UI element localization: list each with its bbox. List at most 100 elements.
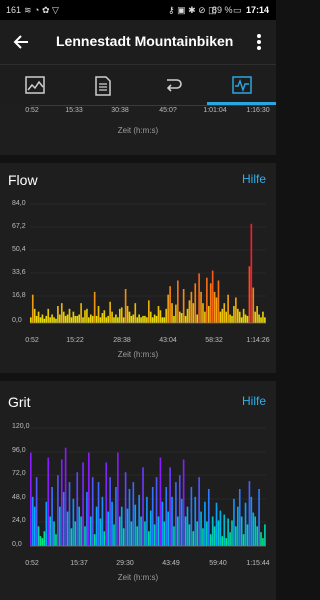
- chart-bar: [200, 291, 202, 323]
- chart-bar: [178, 311, 181, 323]
- x-tick: 29:30: [116, 560, 134, 567]
- chart-bar: [217, 520, 220, 546]
- chart-bar: [149, 510, 152, 546]
- chart-bar: [177, 280, 179, 323]
- chart-bar: [236, 506, 239, 546]
- x-axis-label: Zeit (h:m:s): [117, 573, 159, 582]
- chart-bar: [207, 306, 210, 323]
- flow-card: Flow Hilfe 84,0 67,2 50,4 33,6 16,8 0,0 …: [0, 163, 276, 373]
- x-tick: 0:52: [25, 560, 39, 567]
- chart-bar: [233, 306, 235, 323]
- chart-bar: [68, 482, 71, 546]
- chart-bar: [62, 491, 65, 546]
- chart-bar: [244, 314, 247, 323]
- chart-bar: [113, 317, 115, 323]
- chart-bar: [169, 286, 171, 323]
- tab-details[interactable]: [69, 65, 138, 105]
- chart-bar: [161, 317, 164, 323]
- chart-bar: [76, 472, 79, 546]
- status-icons: ≋ ◔ ✿ ▽: [24, 5, 59, 15]
- map-icon: [25, 76, 45, 94]
- chart-bar: [43, 531, 46, 546]
- chart-bar: [105, 317, 108, 323]
- chart-bar: [101, 496, 104, 546]
- chart-bar: [39, 317, 42, 323]
- chart-bar: [53, 317, 55, 323]
- chart-bar: [211, 270, 214, 323]
- chart-bar: [151, 487, 154, 546]
- chart-bar: [120, 307, 123, 323]
- chart-bar: [86, 308, 88, 323]
- chart-bar: [101, 313, 104, 323]
- chart-bar: [264, 317, 266, 323]
- grit-chart: [30, 427, 266, 547]
- back-arrow-icon[interactable]: [13, 34, 29, 50]
- chart-bar: [144, 521, 146, 546]
- chart-bar: [250, 496, 253, 546]
- chart-bar: [194, 283, 197, 323]
- chart-bar: [80, 303, 82, 323]
- chart-bar: [84, 310, 86, 323]
- chart-bar: [155, 477, 158, 546]
- chart-bar: [70, 317, 73, 323]
- tab-charts[interactable]: [207, 65, 276, 105]
- chart-bar: [103, 531, 106, 546]
- page-title: Lennestadt Mountainbiken: [56, 33, 234, 49]
- chart-bar: [142, 315, 144, 323]
- chart-bar: [211, 516, 214, 546]
- chart-bar: [33, 308, 36, 323]
- chart-bar: [138, 494, 140, 546]
- chart-bar: [132, 482, 135, 546]
- chart-bar: [142, 467, 144, 546]
- tab-map[interactable]: [0, 65, 69, 105]
- chart-bar: [146, 317, 148, 323]
- chart-bar: [93, 534, 96, 546]
- chart-bar: [260, 532, 262, 546]
- chart-bar: [37, 526, 40, 546]
- chart-bar: [206, 521, 208, 546]
- tab-laps[interactable]: [138, 65, 207, 105]
- chart-bar: [235, 526, 237, 546]
- chart-bar: [89, 314, 92, 323]
- chart-bar: [84, 526, 86, 546]
- chart-bar: [198, 273, 200, 323]
- chart-bar: [59, 314, 61, 323]
- status-bar: 161 ≋ ◔ ✿ ▽ ⚷ ▣ ✱ ⊘ ◫ 89 % ▭ 17:14: [0, 0, 276, 20]
- chart-bar: [196, 521, 198, 546]
- chart-bar: [204, 311, 206, 323]
- chart-bar: [186, 308, 189, 323]
- chart-bar: [148, 300, 150, 323]
- x-tick: 43:49: [162, 560, 180, 567]
- clock: 17:14: [246, 5, 270, 15]
- chart-bar: [134, 303, 137, 323]
- chart-bar: [173, 526, 175, 546]
- chart-bar: [55, 534, 57, 546]
- chart-bar: [258, 314, 260, 323]
- chart-bar: [242, 534, 245, 546]
- chart-bar: [198, 477, 200, 546]
- chart-bar: [64, 447, 67, 546]
- chart-bar: [82, 462, 84, 546]
- grit-card: Grit Hilfe 120,0 96,0 72,0 48,0 24,0 0,0…: [0, 381, 276, 600]
- chart-bar: [233, 498, 235, 546]
- chart-bar: [173, 315, 175, 323]
- chart-bar: [132, 314, 135, 323]
- chart-bar: [180, 313, 183, 323]
- chart-bar: [215, 297, 218, 323]
- chart-bar: [128, 311, 131, 323]
- chart-bar: [41, 538, 44, 546]
- chart-bar: [182, 289, 185, 323]
- chart-bar: [88, 452, 90, 546]
- chart-bar: [117, 452, 119, 546]
- chart-bar: [95, 315, 98, 323]
- chart-bar: [35, 315, 38, 323]
- chart-bar: [202, 528, 204, 546]
- chart-bar: [227, 294, 229, 323]
- chart-bar: [215, 502, 218, 546]
- more-vert-icon[interactable]: [256, 33, 262, 51]
- chart-bar: [144, 315, 146, 323]
- chart-bar: [115, 487, 117, 546]
- card-divider: [0, 155, 276, 163]
- chart-bar: [72, 311, 75, 323]
- chart-bar: [242, 308, 245, 323]
